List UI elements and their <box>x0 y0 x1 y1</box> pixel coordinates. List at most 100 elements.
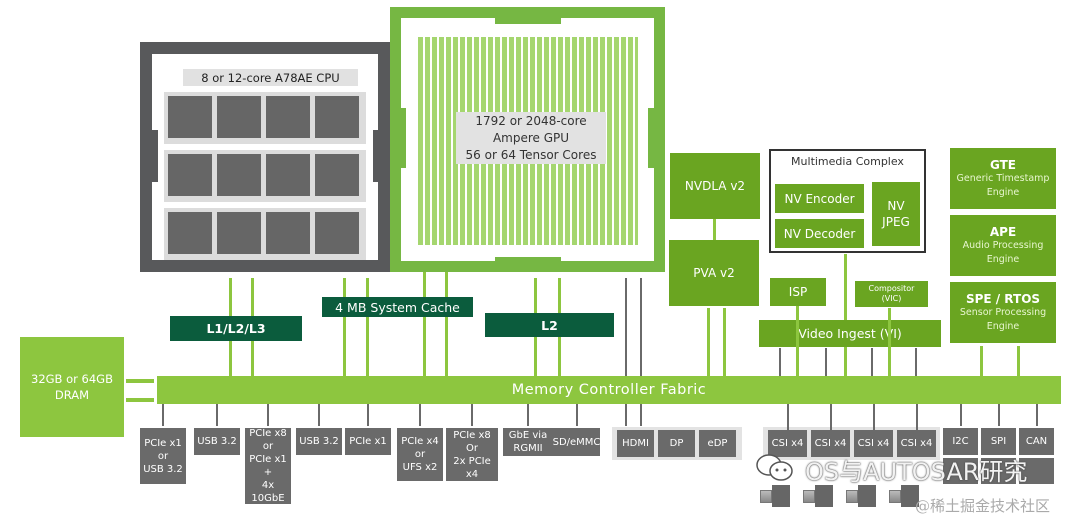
io-link-arrow <box>575 404 578 426</box>
io-link-arrow <box>419 404 421 426</box>
cpu-core <box>217 96 261 138</box>
pva-link-1 <box>707 308 710 376</box>
gpu-notch-bottom <box>495 257 561 267</box>
watermark-title: OS与AUTOSAR研究 <box>805 458 1028 486</box>
io-link-arrow <box>527 404 529 426</box>
compositor-vic: Compositor (VIC) <box>855 281 928 307</box>
cpu-core <box>315 154 359 196</box>
cpu-core <box>266 212 310 254</box>
dram-link-arrow-2 <box>126 398 154 402</box>
io-link-arrow <box>367 404 369 426</box>
engine-gte: GTE Generic Timestamp Engine <box>950 148 1056 209</box>
isp-block: ISP <box>770 278 826 306</box>
low-speed-link <box>998 404 1000 426</box>
engine-name: APE <box>989 224 1017 239</box>
nvdla-block: NVDLA v2 <box>670 153 760 219</box>
camera-icon <box>858 485 876 507</box>
camera-lens-icon <box>846 490 858 503</box>
cpu-cache-link-2 <box>366 278 369 376</box>
camera-lens-icon <box>889 490 901 503</box>
vi-link-4 <box>915 348 917 376</box>
cpu-cache-link-1 <box>343 278 346 376</box>
cpu-core <box>168 212 212 254</box>
gpu-notch-top <box>495 14 561 24</box>
decoder-link <box>844 254 847 376</box>
io-port: SD/eMMC <box>553 428 600 456</box>
io-port: GbE via RGMII <box>503 428 553 456</box>
display-port-hdmi: HDMI <box>617 430 654 457</box>
cpu-core <box>168 154 212 196</box>
gpu-cache-link-2 <box>445 272 448 376</box>
csi-link <box>787 404 789 430</box>
vic-link <box>888 308 891 376</box>
multimedia-title: Multimedia Complex <box>791 154 904 168</box>
cpu-cache-l1-l2-l3: L1/L2/L3 <box>170 316 302 341</box>
engine-name: SPE / RTOS <box>965 291 1041 306</box>
engine-name: GTE <box>989 157 1017 172</box>
io-port: USB 3.2 <box>296 428 342 455</box>
video-ingest: Video Ingest (VI) <box>759 320 941 347</box>
engine-spe-rtos: SPE / RTOS Sensor Processing Engine <box>950 282 1056 343</box>
io-link-arrow <box>267 404 269 426</box>
io-link-arrow <box>162 404 164 426</box>
camera-icon <box>815 485 833 507</box>
camera-lens-icon <box>803 490 815 503</box>
nv-decoder: NV Decoder <box>775 219 864 248</box>
engine-description: Audio Processing Engine <box>962 239 1044 265</box>
low-speed-link <box>960 404 962 426</box>
vi-link-3 <box>871 348 873 376</box>
wechat-icon <box>755 452 795 484</box>
io-link-arrow <box>471 404 473 426</box>
cpu-core <box>168 96 212 138</box>
io-port: PCIe x8 or PCIe x1 + 4x 10GbE <box>245 428 291 504</box>
cpu-notch-top <box>235 44 299 54</box>
dram-block: 32GB or 64GB DRAM <box>20 337 124 437</box>
pva-link-2 <box>723 308 726 376</box>
cpu-core <box>217 154 261 196</box>
pva-block: PVA v2 <box>669 240 759 306</box>
engine-ape: APE Audio Processing Engine <box>950 215 1056 276</box>
pva-nvdla-link <box>713 219 716 241</box>
cpu-core <box>266 96 310 138</box>
csi-link <box>916 404 918 430</box>
cpu-core <box>217 212 261 254</box>
cpu-core <box>266 154 310 196</box>
display-port-dp: DP <box>658 430 695 457</box>
cpu-notch-left <box>150 130 158 182</box>
low-speed-link <box>1036 404 1038 426</box>
vi-link-1 <box>779 348 781 376</box>
io-port: USB 3.2 <box>194 428 240 455</box>
io-port: PCIe x1 or USB 3.2 <box>140 428 186 484</box>
gpu-notch-right <box>648 108 657 168</box>
io-link-arrow <box>216 404 218 426</box>
gpu-label: 1792 or 2048-core Ampere GPU 56 or 64 Te… <box>456 112 606 164</box>
cpu-core <box>315 212 359 254</box>
dram-link-arrow-1 <box>126 379 154 383</box>
csi-link <box>830 404 832 430</box>
cpu-label: 8 or 12-core A78AE CPU <box>183 69 358 86</box>
port-spi: SPI <box>981 428 1016 455</box>
system-cache: 4 MB System Cache <box>322 297 473 317</box>
io-port: PCIe x8 Or 2x PCIe x4 <box>446 428 498 481</box>
display-port-edp: eDP <box>699 430 736 457</box>
cpu-notch-right <box>373 130 381 182</box>
isp-link <box>796 306 799 376</box>
csi-link <box>873 404 875 430</box>
nv-encoder: NV Encoder <box>775 184 864 213</box>
port-i2c: I2C <box>943 428 978 455</box>
io-link-arrow <box>318 404 320 426</box>
port-can: CAN <box>1019 428 1054 455</box>
spe-link-2 <box>1017 346 1020 376</box>
spe-link-1 <box>980 346 983 376</box>
gpu-notch-left <box>397 108 406 168</box>
io-port: PCIe x4 or UFS x2 <box>397 428 443 481</box>
nv-jpeg: NV JPEG <box>872 182 920 246</box>
engine-description: Generic Timestamp Engine <box>956 172 1050 198</box>
cpu-core <box>315 96 359 138</box>
memory-controller-fabric: Memory Controller Fabric <box>157 376 1061 404</box>
gpu-cache-link-1 <box>423 272 426 376</box>
camera-lens-icon <box>760 490 772 503</box>
watermark-source: @稀土掘金技术社区 <box>915 497 1051 515</box>
vi-link-2 <box>825 348 827 376</box>
io-port: PCIe x1 <box>345 428 391 455</box>
